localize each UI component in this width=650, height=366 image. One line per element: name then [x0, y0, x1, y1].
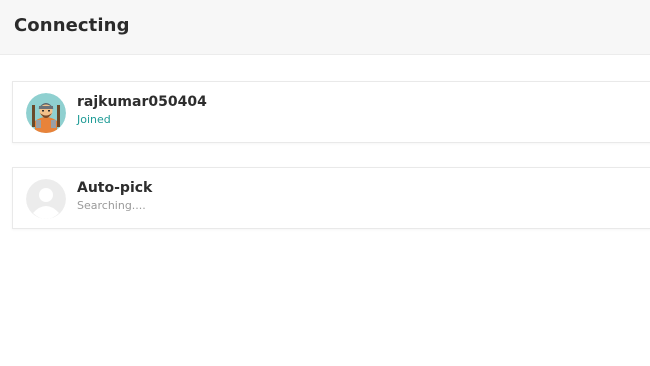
player-status: Joined	[77, 113, 111, 126]
player-name: rajkumar050404	[77, 94, 207, 110]
player-name: Auto-pick	[77, 180, 153, 196]
warrior-avatar-icon	[26, 93, 66, 133]
player-card: rajkumar050404 Joined	[12, 81, 650, 143]
player-card: Auto-pick Searching....	[12, 167, 650, 229]
header-bar: Connecting	[0, 0, 650, 55]
player-status: Searching....	[77, 199, 146, 212]
default-user-avatar-icon	[26, 179, 66, 219]
page-title: Connecting	[14, 15, 130, 36]
